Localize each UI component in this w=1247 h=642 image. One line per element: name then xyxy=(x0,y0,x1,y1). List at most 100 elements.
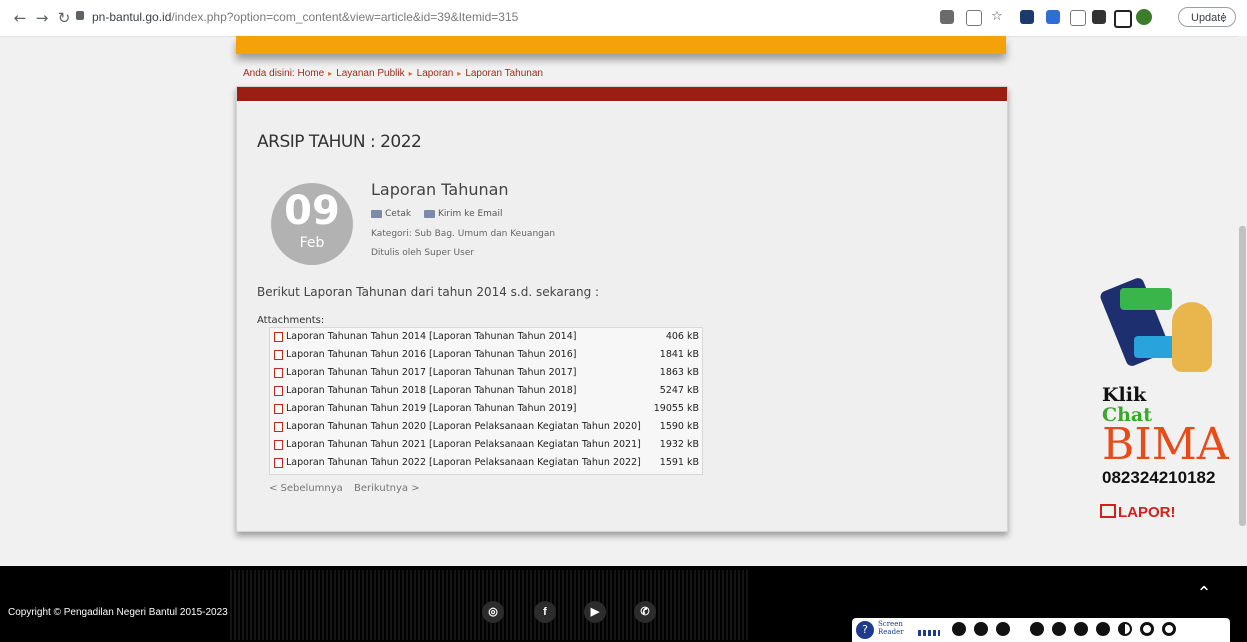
forward-arrow-icon[interactable]: → xyxy=(32,8,52,28)
invert-icon[interactable] xyxy=(1162,622,1176,636)
pdf-icon xyxy=(274,404,283,414)
browser-toolbar: ← → ↻ pn-bantul.go.id/index.php?option=c… xyxy=(0,0,1247,37)
archive-heading: ARSIP TAHUN : 2022 xyxy=(257,132,422,152)
scrollbar-thumb[interactable] xyxy=(1239,226,1246,526)
contrast-icon[interactable] xyxy=(1118,622,1132,636)
attachment-link[interactable]: Laporan Tahunan Tahun 2016 xyxy=(286,349,426,360)
attachment-link[interactable]: Laporan Tahunan Tahun 2020 xyxy=(286,421,426,432)
pdf-icon xyxy=(274,368,283,378)
breadcrumb-layanan-publik[interactable]: Layanan Publik xyxy=(336,68,404,79)
scroll-to-top-icon[interactable]: ⌃ xyxy=(1194,584,1214,604)
pdf-icon xyxy=(274,422,283,432)
breadcrumb-separator-icon: ▸ xyxy=(328,69,333,78)
zoom-out-icon[interactable] xyxy=(974,622,988,636)
font-size-icon[interactable] xyxy=(1096,622,1110,636)
pdf-icon xyxy=(274,350,283,360)
breadcrumb-home[interactable]: Home xyxy=(297,68,324,79)
next-link[interactable]: Berikutnya > xyxy=(354,483,420,494)
site-header-band xyxy=(236,36,1006,54)
attachment-link[interactable]: Laporan Tahunan Tahun 2018 xyxy=(286,385,426,396)
attachment-row[interactable]: Laporan Tahunan Tahun 2022 [Laporan Pela… xyxy=(270,454,702,472)
reload-icon[interactable]: ↻ xyxy=(54,8,74,28)
sidebar-icon[interactable] xyxy=(1114,10,1132,28)
attachment-row[interactable]: Laporan Tahunan Tahun 2014 [Laporan Tahu… xyxy=(270,328,702,346)
update-button[interactable]: Update ⋮ xyxy=(1178,7,1236,27)
font-size-icon[interactable] xyxy=(1074,622,1088,636)
attachment-row[interactable]: Laporan Tahunan Tahun 2018 [Laporan Tahu… xyxy=(270,382,702,400)
attachment-description: [Laporan Pelaksanaan Kegiatan Tahun 2022… xyxy=(429,457,641,468)
attachment-link[interactable]: Laporan Tahunan Tahun 2017 xyxy=(286,367,426,378)
attachment-size: 406 kB xyxy=(665,331,699,342)
facebook-icon[interactable]: f xyxy=(534,601,556,623)
attachment-row[interactable]: Laporan Tahunan Tahun 2021 [Laporan Pela… xyxy=(270,436,702,454)
zoom-in-icon[interactable] xyxy=(952,622,966,636)
attachment-description: [Laporan Tahunan Tahun 2017] xyxy=(429,367,577,378)
youtube-icon[interactable]: ▶ xyxy=(584,601,606,623)
copyright-text: Copyright © Pengadilan Negeri Bantul 201… xyxy=(8,607,228,618)
attachment-row[interactable]: Laporan Tahunan Tahun 2017 [Laporan Tahu… xyxy=(270,364,702,382)
date-month: Feb xyxy=(299,235,325,251)
grayscale-icon[interactable] xyxy=(1140,622,1154,636)
attachment-text: Laporan Tahunan Tahun 2020 [Laporan Pela… xyxy=(286,418,641,436)
previous-link[interactable]: < Sebelumnya xyxy=(269,483,343,494)
attachment-link[interactable]: Laporan Tahunan Tahun 2014 xyxy=(286,331,426,342)
attachment-link[interactable]: Laporan Tahunan Tahun 2021 xyxy=(286,439,426,450)
attachment-row[interactable]: Laporan Tahunan Tahun 2016 [Laporan Tahu… xyxy=(270,346,702,364)
accessibility-toolbar: ? Screen Reader xyxy=(852,618,1230,642)
print-button[interactable]: Cetak xyxy=(371,209,411,219)
attachment-text: Laporan Tahunan Tahun 2019 [Laporan Tahu… xyxy=(286,400,576,418)
chat-bubble-icon xyxy=(1120,288,1172,310)
banner-lapor[interactable]: LAPOR! xyxy=(1118,504,1176,521)
attachment-size: 1590 kB xyxy=(659,421,699,432)
breadcrumb-separator-icon: ▸ xyxy=(457,69,462,78)
zoom-reset-icon[interactable] xyxy=(996,622,1010,636)
attachment-description: [Laporan Pelaksanaan Kegiatan Tahun 2020… xyxy=(429,421,641,432)
screen-reader-line2: Reader xyxy=(878,628,904,636)
attachment-text: Laporan Tahunan Tahun 2014 [Laporan Tahu… xyxy=(286,328,576,346)
attachment-size: 19055 kB xyxy=(653,403,699,414)
bima-chat-banner[interactable]: Klik Chat BIMA 082324210182 LAPOR! xyxy=(1094,272,1229,534)
banner-klik: Klik xyxy=(1102,384,1147,406)
mascot-icon xyxy=(1172,302,1212,372)
attachment-link[interactable]: Laporan Tahunan Tahun 2019 xyxy=(286,403,426,414)
pdf-icon xyxy=(274,332,283,342)
article-tools: Cetak Kirim ke Email xyxy=(371,209,512,219)
url-host: pn-bantul.go.id xyxy=(92,10,172,24)
attachment-row[interactable]: Laporan Tahunan Tahun 2020 [Laporan Pela… xyxy=(270,418,702,436)
extension-icon[interactable] xyxy=(1020,10,1034,24)
puzzle-icon[interactable] xyxy=(1092,10,1106,24)
attachment-text: Laporan Tahunan Tahun 2017 [Laporan Tahu… xyxy=(286,364,576,382)
printer-icon xyxy=(371,209,382,218)
attachment-size: 1932 kB xyxy=(659,439,699,450)
profile-avatar[interactable] xyxy=(1136,9,1152,25)
font-size-icon[interactable] xyxy=(1030,622,1044,636)
screen-reader-button[interactable]: Screen Reader xyxy=(878,620,904,636)
share-icon[interactable] xyxy=(966,10,982,26)
translate-icon[interactable] xyxy=(940,10,954,24)
screen-reader-line1: Screen xyxy=(878,620,903,628)
pdf-icon xyxy=(274,440,283,450)
envelope-icon xyxy=(423,209,435,218)
bookmark-star-icon[interactable]: ☆ xyxy=(990,10,1004,24)
extension-icon[interactable] xyxy=(1046,10,1060,24)
back-arrow-icon[interactable]: ← xyxy=(10,8,30,28)
attachment-row[interactable]: Laporan Tahunan Tahun 2019 [Laporan Tahu… xyxy=(270,400,702,418)
font-size-icon[interactable] xyxy=(1052,622,1066,636)
camera-icon[interactable] xyxy=(1070,10,1086,26)
banner-phone-number: 082324210182 xyxy=(1102,468,1216,487)
breadcrumb-laporan[interactable]: Laporan xyxy=(417,68,454,79)
attachment-link[interactable]: Laporan Tahunan Tahun 2022 xyxy=(286,457,426,468)
whatsapp-icon[interactable]: ✆ xyxy=(634,601,656,623)
volume-bars-icon[interactable] xyxy=(918,630,940,636)
help-icon[interactable]: ? xyxy=(856,621,874,639)
article-title[interactable]: Laporan Tahunan xyxy=(371,180,509,199)
lock-icon xyxy=(76,11,84,20)
email-button[interactable]: Kirim ke Email xyxy=(423,209,503,219)
address-bar[interactable]: pn-bantul.go.id/index.php?option=com_con… xyxy=(92,10,518,24)
instagram-icon[interactable]: ◎ xyxy=(482,601,504,623)
menu-icon[interactable]: ⋮ xyxy=(1218,8,1229,28)
breadcrumb-separator-icon: ▸ xyxy=(408,69,413,78)
attachment-text: Laporan Tahunan Tahun 2022 [Laporan Pela… xyxy=(286,454,641,472)
email-label: Kirim ke Email xyxy=(437,209,503,219)
attachment-text: Laporan Tahunan Tahun 2016 [Laporan Tahu… xyxy=(286,346,576,364)
